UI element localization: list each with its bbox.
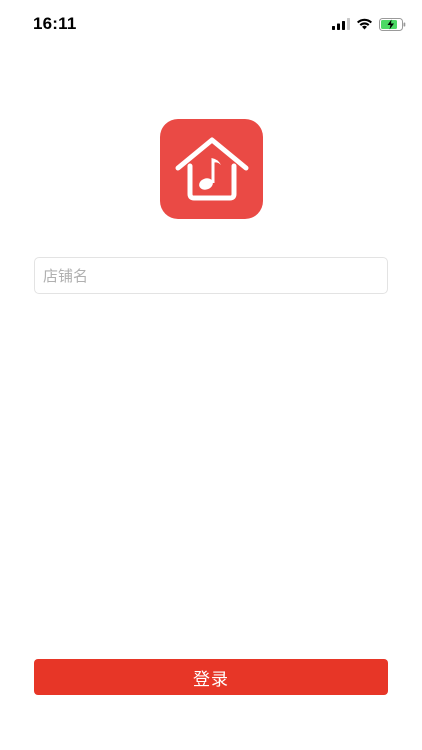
status-icons bbox=[332, 16, 406, 32]
shop-name-input[interactable] bbox=[34, 257, 388, 294]
battery-charging-icon bbox=[379, 17, 406, 31]
app-logo bbox=[160, 119, 263, 219]
wifi-icon bbox=[357, 18, 372, 30]
login-button[interactable]: 登录 bbox=[34, 659, 388, 695]
house-music-note-icon bbox=[175, 137, 248, 201]
home-indicator bbox=[141, 737, 281, 742]
status-time: 16:11 bbox=[33, 14, 77, 33]
status-bar: 16:11 bbox=[0, 0, 422, 50]
cellular-signal-icon bbox=[332, 18, 350, 30]
